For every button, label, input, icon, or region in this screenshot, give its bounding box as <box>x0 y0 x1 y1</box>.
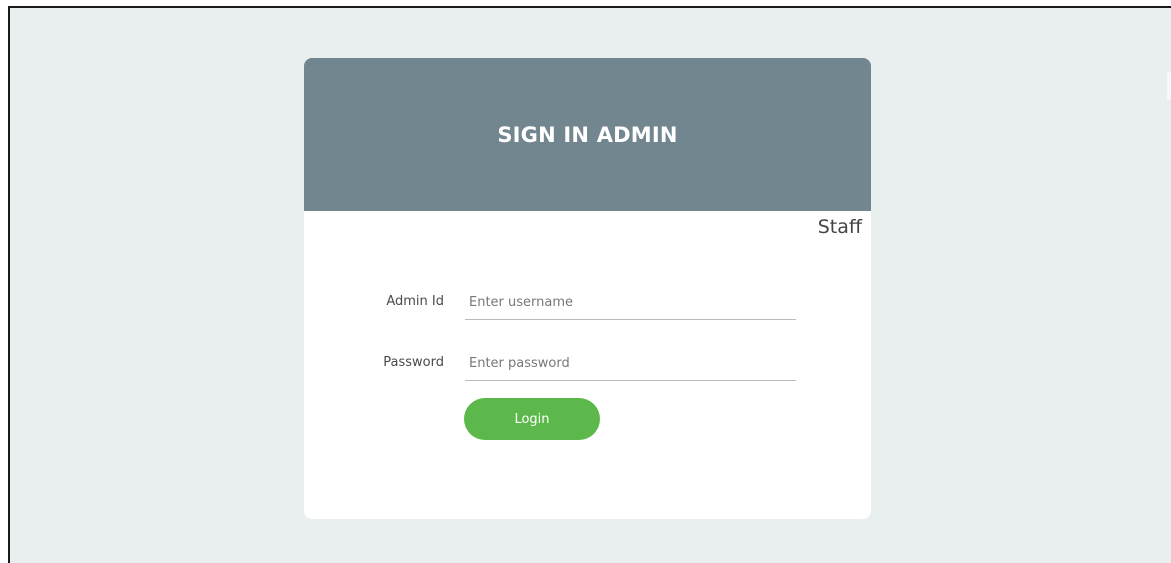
password-input[interactable] <box>465 346 796 381</box>
password-label: Password <box>383 355 444 370</box>
admin-id-label: Admin Id <box>386 294 444 309</box>
login-button[interactable]: Login <box>464 398 600 440</box>
admin-id-input[interactable] <box>465 285 796 320</box>
browser-viewport: SIGN IN ADMIN Staff Admin Id Password Lo… <box>8 6 1171 563</box>
login-card: SIGN IN ADMIN Staff Admin Id Password Lo… <box>304 58 871 519</box>
scrollbar-edge <box>1167 72 1171 100</box>
staff-link[interactable]: Staff <box>818 216 862 238</box>
login-card-header: SIGN IN ADMIN <box>304 58 871 211</box>
page-title: SIGN IN ADMIN <box>497 122 678 147</box>
